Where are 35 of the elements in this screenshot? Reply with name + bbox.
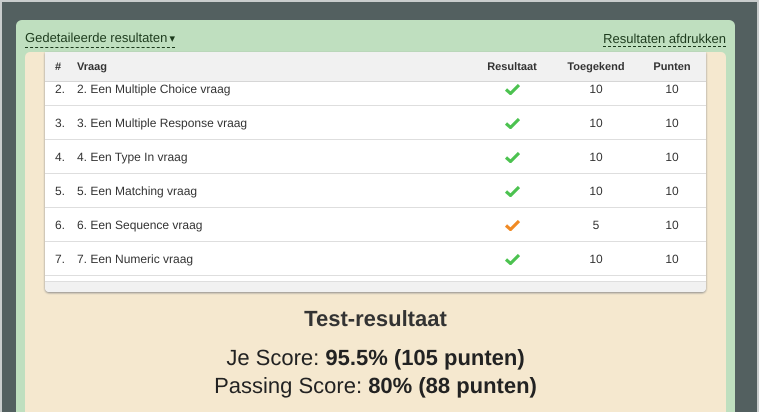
score-text: Je Score: 95.5% (105 punten) [225,346,526,370]
table-cell-text: 6. [54,218,66,232]
table-cell-text: 4. [54,150,66,164]
scrollbar-track[interactable] [45,281,706,292]
table-cell-text: 5. Een Matching vraag [77,184,198,198]
table-cell-text: 3. Een Multiple Response vraag [77,116,248,130]
passing-score-text: Passing Score: 80% (88 punten) [213,374,538,398]
table-cell-text: 10 [664,218,680,232]
table-cell-text: 3. [54,116,66,130]
table-cell-text: 2. Een Multiple Choice vraag [77,82,232,96]
table-cell-text: 10 [664,116,680,130]
table-cell-text: 2. [54,82,66,96]
table-cell-text: 10 [588,252,604,266]
table-cell-text: 6. Een Sequence vraag [77,218,204,232]
column-header: Toegekend [566,60,626,72]
column-header: Resultaat [486,60,538,72]
table-cell-text: 10 [588,82,604,96]
table-cell-text: 5 [592,218,600,232]
table-cell-text: 7. [54,252,66,266]
column-header: Punten [652,60,692,72]
table-cell-text: 10 [588,116,604,130]
table-cell-text: 10 [588,150,604,164]
table-cell-text: 10 [664,82,680,96]
table-cell-text: 7. Een Numeric vraag [77,252,194,266]
result-title: Test-resultaat [303,306,448,332]
table-cell-text: 10 [664,184,680,198]
print-results-link[interactable]: Resultaten afdrukken [603,31,726,47]
table-cell-text: 10 [664,252,680,266]
table-cell-text: 10 [664,150,680,164]
detailed-results-link[interactable]: Gedetaileerde resultaten▾ [25,30,176,48]
column-header: # [54,60,62,72]
table-cell-text: 10 [588,184,604,198]
column-header: Vraag [77,60,108,72]
table-cell-text: 4. Een Type In vraag [77,150,189,164]
table-cell-text: 5. [54,184,66,198]
